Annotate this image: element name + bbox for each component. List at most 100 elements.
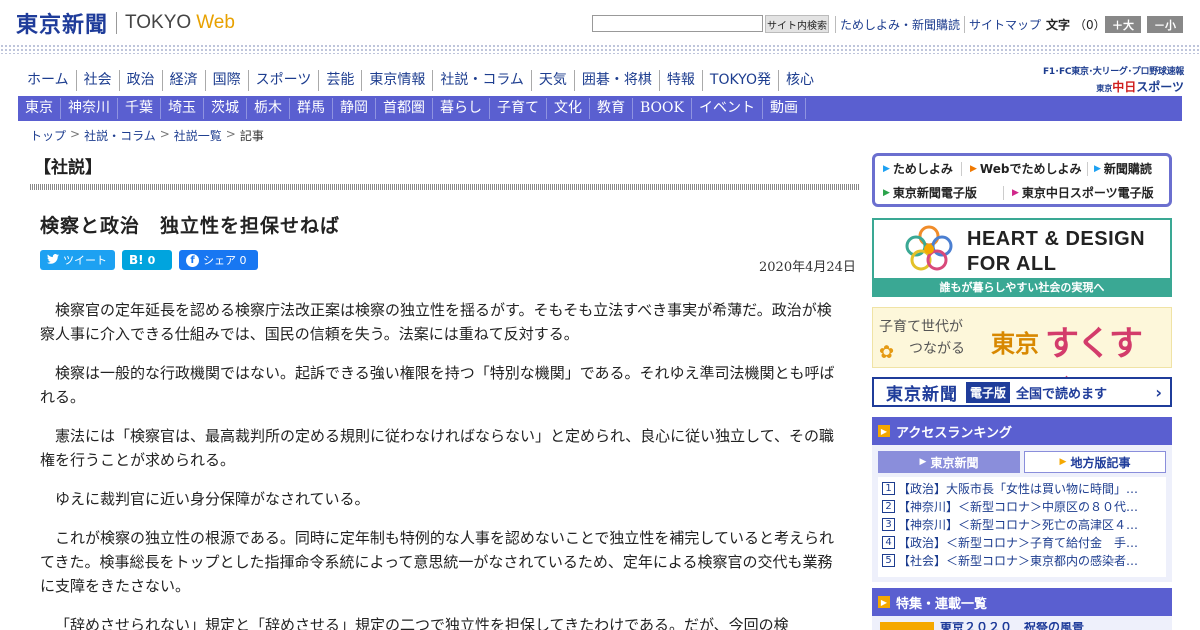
flower-icon: ✿ [879,342,895,363]
nav-politics[interactable]: 政治 [120,70,163,91]
promo-digital-edition-link[interactable]: ▶ 東京新聞電子版 [883,184,977,201]
ranking-item[interactable]: 3 【神奈川】＜新型コロナ＞死亡の高津区４… [882,515,1162,533]
promo-web-trial-link[interactable]: ▶ Webでためしよみ [970,160,1081,177]
ranking-item[interactable]: 4 【政治】＜新型コロナ＞子育て給付金 手… [882,533,1162,551]
logo-tokyo: TOKYO [125,12,192,33]
ranking-header: ▶ アクセスランキング [872,417,1172,445]
subnav-tokyo[interactable]: 東京 [18,98,61,119]
breadcrumb-top[interactable]: トップ [30,127,66,144]
chunichi-sports-link[interactable]: F1･FC東京･大リーグ･プロ野球速報 東京中日スポーツ [1024,64,1184,94]
feature-thumbnail [880,622,934,630]
rank-number: 5 [882,553,895,567]
promo-divider [961,162,962,176]
publication-date: 2020年4月24日 [759,260,856,275]
subnav-event[interactable]: イベント [692,98,763,119]
subnav-lifestyle[interactable]: 暮らし [433,98,490,119]
promo-subscribe-link[interactable]: ▶ 新聞購読 [1094,160,1152,177]
nav-society[interactable]: 社会 [77,70,120,91]
tweet-label: ツイート [63,254,107,267]
site-logo[interactable]: 東京新聞 TOKYO Web [16,8,235,38]
promo-divider [1003,186,1004,200]
subnav-shutoken[interactable]: 首都圏 [376,98,433,119]
features-header: ▶ 特集・連載一覧 [872,588,1172,616]
subnav-parenting[interactable]: 子育て [490,98,547,119]
facebook-icon: f [186,253,199,267]
triangle-right-icon: ▶ [919,457,927,467]
section-divider [30,184,860,190]
ranking-item[interactable]: 5 【社会】＜新型コロナ＞東京都内の感染者… [882,551,1162,569]
heart-design-banner[interactable]: HEART & DESIGN FOR ALL 誰もが暮らしやすい社会の実現へ [872,218,1172,297]
site-search-input[interactable] [592,15,763,32]
nav-international[interactable]: 国際 [206,70,249,91]
sukusuku-brand-tokyo: 東京 [991,329,1039,358]
breadcrumb-editorial-column[interactable]: 社説・コラム [84,127,156,144]
subnav-education[interactable]: 教育 [590,98,633,119]
bullet-icon: ▶ [878,596,890,608]
subnav-ibaraki[interactable]: 茨城 [204,98,247,119]
digital-edition-banner[interactable]: 東京新聞 電子版 全国で読めます › [872,377,1172,407]
tab-tokyo-shimbun[interactable]: ▶ 東京新聞 [878,451,1020,473]
article-body: 検察官の定年延長を認める検察庁法改正案は検察の独立性を揺るがす。そもそも立法すべ… [40,298,846,630]
nav-home[interactable]: ホーム [20,70,77,91]
nav-weather[interactable]: 天気 [532,70,575,91]
logo-divider [116,12,118,34]
header-link-sitemap[interactable]: サイトマップ [964,15,1045,33]
nav-kakushin[interactable]: 核心 [779,70,821,91]
digital-banner-text: 全国で読めます [1016,386,1108,402]
triangle-right-icon: ▶ [1059,457,1067,467]
ranking-item[interactable]: 2 【神奈川】＜新型コロナ＞中原区の８０代… [882,497,1162,515]
nav-go-shogi[interactable]: 囲碁・将棋 [575,70,660,91]
subnav-video[interactable]: 動画 [763,98,806,119]
subnav-saitama[interactable]: 埼玉 [161,98,204,119]
subnav-culture[interactable]: 文化 [547,98,590,119]
subnav-shizuoka[interactable]: 静岡 [333,98,376,119]
font-bigger-button[interactable]: ＋大 [1105,16,1141,33]
promo-chunichi-digital-link[interactable]: ▶ 東京中日スポーツ電子版 [1012,184,1154,201]
article-paragraph: これが検察の独立性の根源である。同時に定年制も特例的な人事を認めないことで独立性… [40,529,834,595]
arrow-right-icon: ▶ [1012,187,1019,198]
subnav-book[interactable]: BOOK [633,98,692,119]
tweet-button[interactable]: ツイート [40,250,115,270]
hatena-bookmark-button[interactable]: B! 0 [122,250,172,270]
subnav-chiba[interactable]: 千葉 [118,98,161,119]
breadcrumb-separator: > [70,127,81,141]
rank-number: 2 [882,499,895,513]
subnav-kanagawa[interactable]: 神奈川 [61,98,118,119]
arrow-right-icon: ▶ [1094,163,1101,174]
arrow-right-icon: ▶ [883,187,890,198]
tokyo-sukusuku-banner[interactable]: 子育て世代が つながる ✿ 東京 すくすく [872,307,1172,413]
nav-entertainment[interactable]: 芸能 [319,70,363,91]
nav-tokyo-hatsu[interactable]: TOKYO発 [703,70,779,91]
header-link-subscribe[interactable]: ためしよみ・新聞購読 [835,15,964,33]
nav-editorial-column[interactable]: 社説・コラム [433,70,532,91]
chevron-right-icon: › [1155,382,1162,402]
features-series: ▶ 特集・連載一覧 東京２０２０ 祝祭の風景 [872,588,1172,630]
bullet-icon: ▶ [878,425,890,437]
promo-trial-link[interactable]: ▶ ためしよみ [883,160,953,177]
subnav-gunma[interactable]: 群馬 [290,98,333,119]
ranking-item[interactable]: 1 【政治】大阪市長「女性は買い物に時間」… [882,479,1162,497]
facebook-share-button[interactable]: f シェア 0 [179,250,258,270]
hatena-bookmark-icon: B! [129,253,144,267]
breadcrumb-editorial-list[interactable]: 社説一覧 [174,127,222,144]
ranking-tabs: ▶ 東京新聞 ▶ 地方版記事 [878,451,1166,473]
nav-sports[interactable]: スポーツ [249,70,320,91]
site-search-button[interactable]: サイト内検索 [765,15,829,33]
subnav-tochigi[interactable]: 栃木 [247,98,290,119]
features-preview-row[interactable]: 東京２０２０ 祝祭の風景 [880,622,1164,630]
article-paragraph: 検察は一般的な行政機関ではない。起訴できる強い権限を持つ「特別な機関」である。そ… [40,364,835,406]
rank-number: 3 [882,517,895,531]
features-title: 特集・連載一覧 [896,596,988,612]
article-paragraph: 検察官の定年延長を認める検察庁法改正案は検察の独立性を揺るがす。そもそも立法すべ… [40,301,832,343]
facebook-share-label: シェア 0 [203,254,247,267]
font-smaller-button[interactable]: －小 [1147,16,1183,33]
article-paragraph: 憲法には「検察官は、最高裁判所の定める規則に従わなければならない」と定められ、良… [40,427,834,469]
tab-regional-articles[interactable]: ▶ 地方版記事 [1024,451,1166,473]
breadcrumb-separator: > [159,127,170,141]
logo-japanese: 東京新聞 [16,12,109,38]
heart-banner-title-line1: HEART & DESIGN [967,228,1146,250]
nav-tokyo-info[interactable]: 東京情報 [362,70,434,91]
nav-economy[interactable]: 経済 [163,70,206,91]
site-header: 東京新聞 TOKYO Web サイト内検索 ためしよみ・新聞購読 サイトマップ … [0,0,1200,46]
nav-special-report[interactable]: 特報 [660,70,703,91]
